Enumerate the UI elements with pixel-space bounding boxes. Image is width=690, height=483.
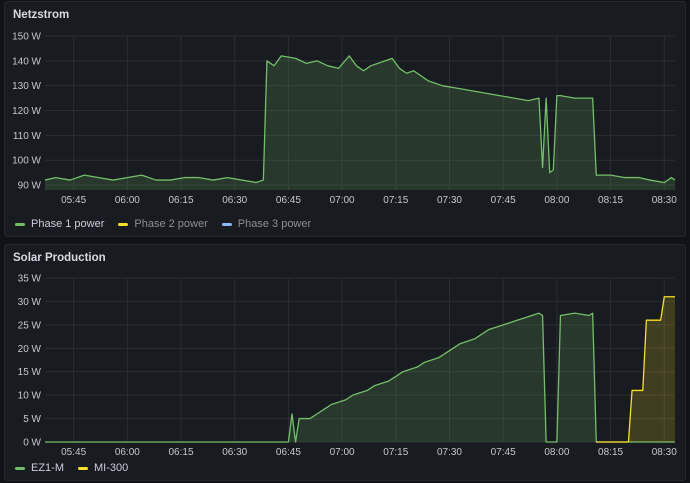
y-tick-label: 150 W <box>12 32 41 43</box>
x-tick-label: 08:15 <box>598 447 623 458</box>
legend-label: Phase 1 power <box>31 218 105 230</box>
x-tick-label: 05:45 <box>61 447 86 458</box>
y-tick-label: 130 W <box>12 81 41 92</box>
x-tick-label: 06:45 <box>276 195 301 206</box>
x-tick-label: 08:00 <box>544 447 569 458</box>
x-tick-label: 06:15 <box>169 195 194 206</box>
x-tick-label: 07:30 <box>437 195 462 206</box>
netzstrom-panel: Netzstrom 90 W 100 W 110 W 120 W 130 W 140 W1… <box>4 1 686 237</box>
x-tick-label: 08:30 <box>652 195 677 206</box>
y-tick-label: 15 W <box>18 367 42 378</box>
legend-label: MI-300 <box>94 462 129 474</box>
series-color-swatch <box>15 466 25 470</box>
y-tick-label: 120 W <box>12 106 41 117</box>
legend-label: EZ1-M <box>31 462 64 474</box>
x-tick-label: 07:45 <box>491 195 516 206</box>
legend-label: Phase 2 power <box>134 218 208 230</box>
legend-item-ez1m[interactable]: EZ1-M <box>15 462 64 474</box>
series-color-swatch <box>118 222 129 226</box>
solar-production-chart: 0 W 5 W 10 W 15 W 20 W 25 W 30 W 35 W 05:45 06:00… <box>18 274 678 459</box>
legend-item-phase3[interactable]: Phase 3 power <box>221 218 312 230</box>
x-tick-label: 08:15 <box>598 195 623 206</box>
y-tick-label: 10 W <box>18 391 42 402</box>
x-tick-label: 06:15 <box>169 447 194 458</box>
x-tick-label: 06:30 <box>222 447 247 458</box>
x-tick-label: 08:30 <box>652 447 677 458</box>
series-area-mi-300 <box>596 296 675 442</box>
x-tick-label: 07:45 <box>491 447 516 458</box>
y-tick-label: 110 W <box>13 131 42 142</box>
x-tick-label: 08:00 <box>544 195 569 206</box>
y-tick-label: 20 W <box>18 344 42 355</box>
x-tick-label: 07:15 <box>383 195 408 206</box>
x-tick-label: 05:45 <box>61 195 86 206</box>
series-color-swatch <box>221 222 232 226</box>
solar-legend: EZ1-M MI-300 <box>15 462 128 474</box>
y-tick-label: 90 W <box>18 181 42 192</box>
netzstrom-chart: 90 W 100 W 110 W 120 W 130 W 140 W 150 W 05:45 0… <box>12 32 677 207</box>
x-tick-label: 06:30 <box>222 195 247 206</box>
legend-item-mi300[interactable]: MI-300 <box>78 462 128 474</box>
x-tick-label: 06:00 <box>115 195 140 206</box>
y-tick-label: 140 W <box>12 56 41 67</box>
y-tick-label: 30 W <box>18 297 42 308</box>
y-tick-label: 5 W <box>23 414 41 425</box>
x-tick-label: 06:45 <box>276 447 301 458</box>
y-tick-label: 100 W <box>12 156 41 167</box>
series-color-swatch <box>78 466 88 470</box>
series-area-ez1-m <box>45 313 675 442</box>
x-tick-label: 07:15 <box>383 447 408 458</box>
solar-production-panel: Solar Production 0 W5 W 10 W 15 W 20 W 25 W3… <box>4 244 686 481</box>
x-tick-label: 07:00 <box>330 447 355 458</box>
legend-label: Phase 3 power <box>237 218 312 230</box>
x-tick-label: 07:30 <box>437 447 462 458</box>
y-tick-label: 35 W <box>18 274 42 285</box>
y-tick-label: 0 W <box>23 438 41 449</box>
netzstrom-legend: Phase 1 power Phase 2 power Phase 3 powe… <box>15 218 311 230</box>
legend-item-phase2[interactable]: Phase 2 power <box>118 218 208 230</box>
legend-item-phase1[interactable]: Phase 1 power <box>15 218 104 230</box>
series-color-swatch <box>15 222 25 226</box>
y-tick-label: 25 W <box>18 320 42 331</box>
series-area-phase-1-power <box>45 55 675 190</box>
x-tick-label: 06:00 <box>115 447 140 458</box>
x-tick-label: 07:00 <box>330 195 355 206</box>
